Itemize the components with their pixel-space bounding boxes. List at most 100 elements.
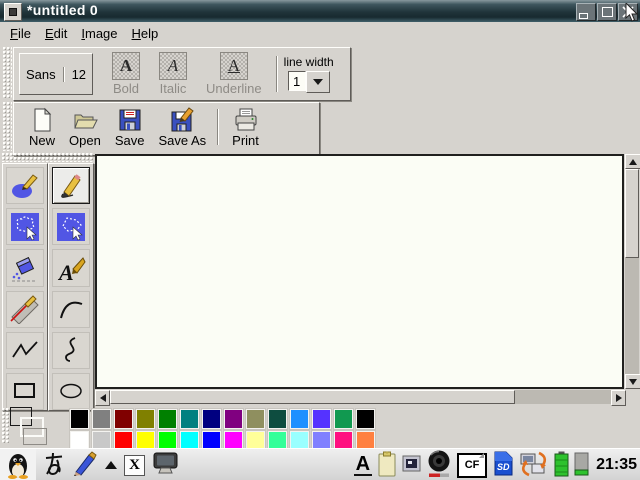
color-swatch[interactable] (136, 409, 155, 429)
text-tool-icon: A (56, 253, 86, 283)
vertical-scrollbar[interactable] (625, 154, 639, 389)
sd-card-applet[interactable]: SD (492, 451, 514, 479)
tool-straight-line[interactable] (6, 291, 44, 328)
mouse-cursor (625, 3, 640, 23)
save-as-button[interactable]: Save As (151, 106, 213, 149)
bold-button[interactable]: A Bold (112, 52, 140, 96)
monitor-icon (152, 452, 179, 475)
pen-input-button[interactable] (72, 451, 98, 480)
italic-button[interactable]: A Italic (159, 52, 187, 96)
tool-polyline[interactable] (6, 332, 44, 369)
font-button[interactable]: Sans 12 (19, 53, 93, 95)
new-label: New (29, 133, 55, 148)
print-button[interactable]: Print (225, 106, 266, 149)
vertical-scroll-track[interactable] (625, 258, 639, 374)
color-swatch[interactable] (246, 409, 265, 429)
color-swatch[interactable] (334, 409, 353, 429)
color-swatch[interactable] (158, 409, 177, 429)
color-swatch[interactable] (70, 409, 89, 429)
bold-icon: A (112, 52, 140, 80)
tool-fill[interactable] (6, 249, 44, 286)
tool-curve[interactable] (52, 291, 90, 328)
underline-icon: A (220, 52, 248, 80)
launcher-menu-button[interactable] (0, 449, 36, 480)
new-file-icon (29, 107, 55, 133)
format-indicator[interactable]: A (354, 454, 372, 476)
battery-backup-indicator[interactable] (574, 452, 589, 479)
tool-paintbrush[interactable] (6, 167, 44, 204)
color-palette-handle[interactable] (2, 408, 9, 444)
tool-rectangle[interactable] (6, 373, 44, 410)
new-button[interactable]: New (22, 106, 62, 149)
menu-edit[interactable]: Edit (43, 24, 77, 43)
horizontal-scroll-thumb[interactable] (110, 390, 515, 404)
sync-applet[interactable] (519, 451, 549, 480)
scroll-up-button[interactable] (625, 154, 640, 169)
rectangle-icon (10, 376, 40, 406)
open-label: Open (69, 133, 101, 148)
collapse-taskbar-arrow[interactable] (105, 461, 117, 469)
freehand-squiggle-icon (56, 335, 86, 365)
color-swatch[interactable] (356, 409, 375, 429)
save-button[interactable]: Save (108, 106, 152, 149)
open-button[interactable]: Open (62, 106, 108, 149)
battery-main-indicator[interactable] (554, 451, 569, 480)
input-method-indicator[interactable] (43, 452, 65, 479)
pen-icon (72, 451, 98, 477)
vertical-scroll-thumb[interactable] (625, 169, 639, 258)
line-width-input[interactable]: 1 (288, 71, 306, 91)
tool-palette-handle[interactable] (2, 153, 93, 162)
cf-card-applet[interactable]: CF (457, 453, 487, 478)
menu-image[interactable]: Image (79, 24, 127, 43)
small-screen-icon (402, 455, 421, 472)
screen-applet[interactable] (402, 455, 421, 475)
color-swatch[interactable] (268, 409, 287, 429)
volume-applet[interactable] (426, 450, 452, 480)
tool-polygon-select[interactable] (52, 208, 90, 245)
line-width-dropdown-button[interactable] (306, 71, 330, 93)
minimize-button[interactable] (576, 3, 596, 21)
underline-button[interactable]: A Underline (206, 52, 262, 96)
svg-text:SD: SD (497, 462, 510, 472)
horizontal-scrollbar[interactable] (95, 390, 626, 404)
cf-label: CF (465, 459, 480, 471)
color-swatch[interactable] (290, 409, 309, 429)
polyline-icon (10, 335, 40, 365)
drawing-canvas[interactable] (95, 154, 624, 389)
color-swatch[interactable] (312, 409, 331, 429)
window-menu-button[interactable] (4, 3, 22, 21)
sd-card-icon: SD (492, 451, 514, 476)
file-toolbar-handle[interactable] (3, 102, 12, 151)
scroll-left-button[interactable] (95, 390, 110, 406)
bold-label: Bold (113, 81, 139, 96)
tool-freehand-disabled[interactable] (52, 332, 90, 369)
font-name: Sans (22, 67, 64, 82)
tool-ellipse[interactable] (52, 373, 90, 410)
scroll-right-button[interactable] (611, 390, 626, 406)
terminal-button[interactable] (152, 452, 179, 478)
x-server-indicator[interactable]: X (124, 455, 145, 476)
scroll-down-button[interactable] (625, 374, 640, 389)
taskbar: X A (0, 448, 640, 480)
sync-icon (519, 451, 549, 477)
color-swatch[interactable] (114, 409, 133, 429)
horizontal-scroll-track[interactable] (515, 390, 611, 404)
color-swatch[interactable] (202, 409, 221, 429)
tool-text[interactable]: A (52, 249, 90, 286)
arrow-left-icon (100, 394, 106, 402)
app-window: *untitled 0 File Edit Image Help Sans 12… (0, 0, 640, 480)
minimize-icon (579, 13, 588, 19)
tool-lasso-select[interactable] (6, 208, 44, 245)
color-swatch[interactable] (224, 409, 243, 429)
maximize-button[interactable] (597, 3, 617, 21)
speaker-icon (426, 450, 452, 478)
menu-file[interactable]: File (8, 24, 41, 43)
svg-text:A: A (57, 260, 74, 283)
color-swatch[interactable] (180, 409, 199, 429)
menu-help[interactable]: Help (130, 24, 169, 43)
tool-pencil[interactable] (52, 167, 90, 204)
color-swatch[interactable] (92, 409, 111, 429)
titlebar[interactable]: *untitled 0 (0, 0, 640, 22)
clipboard-applet[interactable] (377, 451, 397, 480)
format-toolbar-handle[interactable] (3, 47, 12, 99)
